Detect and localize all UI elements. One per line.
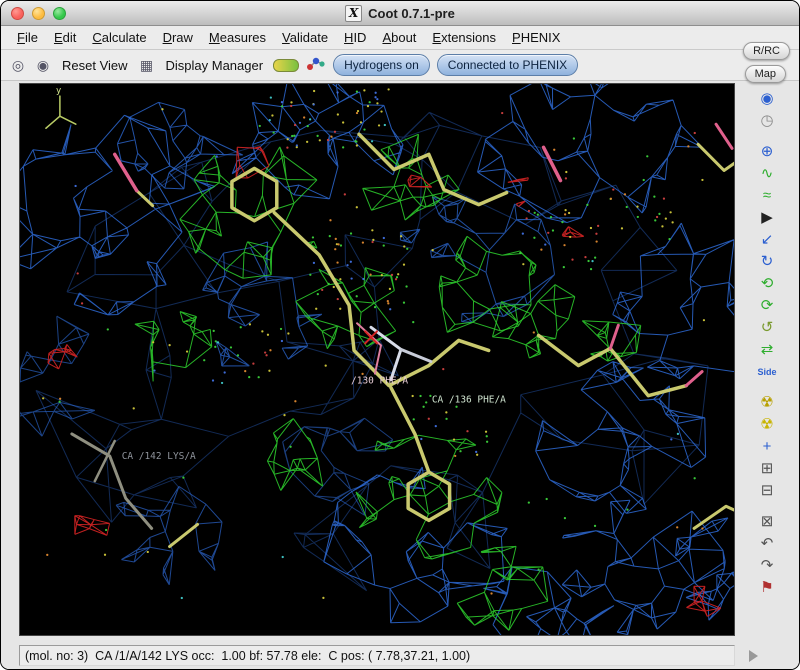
refine-zone-icon[interactable]: ∿	[754, 164, 780, 184]
menu-validate[interactable]: Validate	[274, 28, 336, 47]
rotamers-icon[interactable]: ⟲	[754, 274, 780, 294]
auto-fit-rotamer-icon[interactable]: ↻	[754, 252, 780, 272]
menu-hid[interactable]: HID	[336, 28, 374, 47]
regularize-zone-icon[interactable]: ≈	[754, 186, 780, 206]
map-button[interactable]: Map	[745, 65, 786, 83]
mutate-auto-fit-icon[interactable]: ☢	[754, 393, 780, 413]
display-manager-button[interactable]: Display Manager	[163, 56, 267, 75]
rigid-body-fit-icon[interactable]: ▶	[754, 208, 780, 228]
expander-icon[interactable]	[749, 650, 758, 662]
rotate-translate-icon[interactable]: ↙	[754, 230, 780, 250]
zoom-button[interactable]	[53, 7, 66, 20]
add-terminal-residue-icon[interactable]: +	[754, 437, 780, 457]
phenix-connection-toggle[interactable]: Connected to PHENIX	[437, 54, 578, 76]
molecular-scene[interactable]: /130 PHE/A CA /136 PHE/A CA /142 LYS/A y	[20, 84, 734, 635]
window-title-text: Coot 0.7.1-pre	[368, 6, 455, 21]
menu-calculate[interactable]: Calculate	[84, 28, 154, 47]
content-area: /130 PHE/A CA /136 PHE/A CA /142 LYS/A y ◉◷…	[1, 81, 799, 642]
side-chain-flip-icon[interactable]: Side	[754, 362, 780, 382]
capsule-refine-icon[interactable]	[273, 59, 299, 72]
place-atom-icon[interactable]: ⊟	[754, 481, 780, 501]
coot-window: X Coot 0.7.1-pre FileEditCalculateDrawMe…	[0, 0, 800, 670]
menu-file[interactable]: File	[9, 28, 46, 47]
reset-view-button[interactable]: Reset View	[59, 56, 131, 75]
menu-edit[interactable]: Edit	[46, 28, 84, 47]
add-alt-conf-icon[interactable]: ⊞	[754, 459, 780, 479]
display-manager-icon[interactable]: ▦	[138, 57, 156, 74]
svg-text:y: y	[56, 86, 62, 96]
view-sphere-icon[interactable]: ◉	[754, 89, 780, 109]
edit-chi-angles-icon[interactable]: ⟳	[754, 296, 780, 316]
rrc-button[interactable]: R/RC	[743, 42, 790, 60]
statusbar: (mol. no: 3) CA /1/A/142 LYS occ: 1.00 b…	[19, 645, 735, 666]
delete-item-icon[interactable]: ⊠	[754, 512, 780, 532]
close-button[interactable]	[11, 7, 24, 20]
simple-mutate-icon[interactable]: ☢	[754, 415, 780, 435]
redo-icon[interactable]: ↷	[754, 556, 780, 576]
menu-about[interactable]: About	[374, 28, 424, 47]
clock-icon[interactable]: ◷	[754, 111, 780, 131]
main-toolbar: ◎ ◉ Reset View ▦ Display Manager Hydroge…	[1, 50, 799, 81]
view-back-icon[interactable]: ◎	[9, 57, 27, 74]
flip-peptide-icon[interactable]: ⇄	[754, 340, 780, 360]
torsion-general-icon[interactable]: ↺	[754, 318, 780, 338]
x11-app-icon: X	[345, 5, 362, 22]
run-refmac-icon[interactable]: ⚑	[754, 578, 780, 598]
model-refine-toolbar: ◉◷⊕∿≈▶↙↻⟲⟳↺⇄Side☢☢+⊞⊟⊠↶↷⚑	[735, 81, 799, 642]
view-recenter-icon[interactable]: ◉	[34, 57, 52, 74]
gl-canvas[interactable]: /130 PHE/A CA /136 PHE/A CA /142 LYS/A y	[19, 83, 735, 636]
translate-zone-icon[interactable]: ⊕	[754, 142, 780, 162]
hydrogens-toggle[interactable]: Hydrogens on	[333, 54, 430, 76]
menubar: FileEditCalculateDrawMeasuresValidateHID…	[1, 26, 799, 50]
molecule-icon[interactable]	[306, 54, 326, 77]
window-title: X Coot 0.7.1-pre	[345, 5, 455, 22]
menu-measures[interactable]: Measures	[201, 28, 274, 47]
traffic-lights	[11, 1, 66, 25]
status-row: (mol. no: 3) CA /1/A/142 LYS occ: 1.00 b…	[1, 642, 799, 669]
window-frame: X Coot 0.7.1-pre FileEditCalculateDrawMe…	[1, 1, 799, 669]
minimize-button[interactable]	[32, 7, 45, 20]
titlebar[interactable]: X Coot 0.7.1-pre	[1, 1, 799, 26]
undo-icon[interactable]: ↶	[754, 534, 780, 554]
menu-extensions[interactable]: Extensions	[424, 28, 504, 47]
svg-text:CA /136 PHE/A: CA /136 PHE/A	[432, 395, 506, 406]
menu-draw[interactable]: Draw	[155, 28, 201, 47]
menu-phenix[interactable]: PHENIX	[504, 28, 568, 47]
svg-text:/130 PHE/A: /130 PHE/A	[351, 376, 408, 387]
svg-text:CA /142 LYS/A: CA /142 LYS/A	[122, 451, 196, 462]
statusbar-text: (mol. no: 3) CA /1/A/142 LYS occ: 1.00 b…	[25, 649, 470, 663]
